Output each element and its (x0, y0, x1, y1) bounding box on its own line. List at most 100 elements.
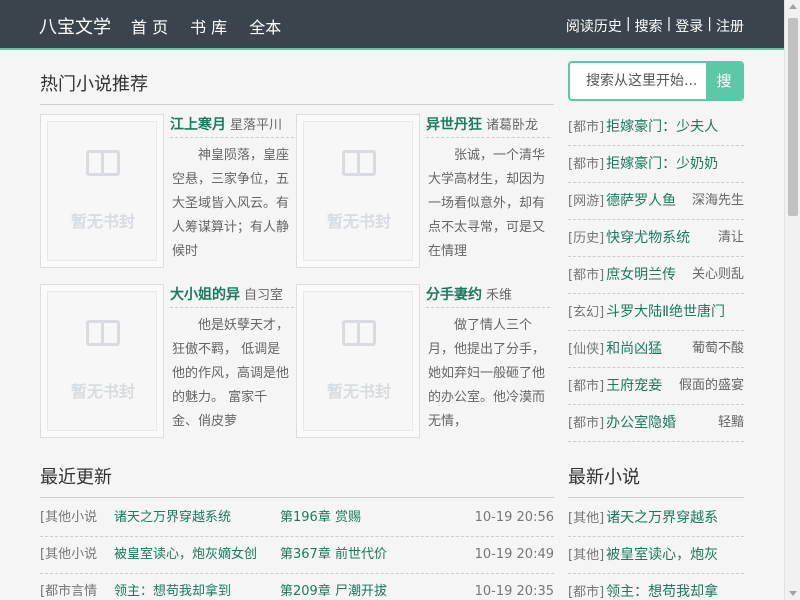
book-card: 暂无书封 大小姐的异 自习室 他是妖孽天才，狂傲不羁， 低调是他的作风，高调是他的… (40, 284, 296, 440)
newest-novels-title: 最新小说 (568, 463, 744, 498)
novel-link[interactable]: 拒嫁豪门：少夫人 (606, 119, 718, 135)
book-description: 他是妖孽天才，狂傲不羁， 低调是他的作风，高调是他的魅力。 富家千金、俏皮萝 (172, 318, 290, 429)
top-navbar: 八宝文学 首 页 书 库 全本 阅读历史 | 搜索 | 登录 | 注册 (0, 0, 784, 50)
list-item: [都市] 王府宠妾 假面的盛宴 (568, 368, 744, 405)
book-cover[interactable]: 暂无书封 (40, 114, 164, 268)
separator: | (625, 16, 631, 32)
side-recommend-list: [都市] 拒嫁豪门：少夫人 [都市] 拒嫁豪门：少奶奶 [网游] 德萨罗人鱼 深海先生 … (568, 109, 744, 442)
novel-link[interactable]: 王府宠妾 (606, 378, 662, 394)
category-label: [网游] (568, 194, 605, 209)
author-label: 深海先生 (687, 183, 744, 219)
update-time: 10-19 20:35 (474, 584, 554, 599)
recent-updates-list: [其他小说 诸天之万界穿越系统 第196章 赏赐 10-19 20:56 [其他… (40, 500, 554, 600)
list-item: [都市] 办公室隐婚 轻黯 (568, 405, 744, 442)
book-description: 做了情人三个月，他提出了分手，她如弃妇一般砸了他的办公室。他冷漠而无情， (428, 318, 546, 429)
reading-history-link[interactable]: 阅读历史 (566, 16, 622, 36)
chapter-link[interactable]: 第209章 尸潮开拔 (280, 574, 470, 600)
novel-link[interactable]: 快穿尤物系统 (606, 230, 690, 246)
category-label: [都市] (568, 157, 605, 172)
scroll-down-arrow-icon[interactable] (789, 591, 797, 596)
separator: | (666, 16, 672, 32)
login-link[interactable]: 登录 (675, 16, 703, 36)
update-time: 10-19 20:56 (474, 510, 554, 525)
category-label: [仙侠] (568, 342, 605, 357)
author-label: 假面的盛宴 (674, 368, 744, 404)
book-cover[interactable]: 暂无书封 (296, 284, 420, 438)
novel-link[interactable]: 斗罗大陆Ⅱ绝世唐门 (606, 304, 725, 320)
book-title-link[interactable]: 异世丹狂 (426, 117, 482, 133)
search-link[interactable]: 搜索 (635, 16, 663, 36)
author-label: 轻黯 (713, 405, 744, 441)
nav-library[interactable]: 书 库 (190, 14, 227, 38)
scroll-up-arrow-icon[interactable] (789, 4, 797, 9)
category-label: [都市] (568, 416, 605, 431)
cover-placeholder-text: 暂无书封 (326, 212, 391, 231)
category-label: [都市] (568, 268, 605, 283)
novel-link[interactable]: 和尚凶猛 (606, 341, 662, 357)
book-cover[interactable]: 暂无书封 (40, 284, 164, 438)
update-time: 10-19 20:49 (474, 547, 554, 562)
list-item: [历史] 快穿尤物系统 清让 (568, 220, 744, 257)
chapter-link[interactable]: 第196章 赏赐 (280, 500, 470, 536)
book-card: 暂无书封 分手妻约 禾维 做了情人三个月，他提出了分手，她如弃妇一般砸了他的办公室… (296, 284, 552, 440)
book-author: 星落平川 (230, 118, 283, 133)
search-button[interactable]: 搜 (706, 63, 742, 99)
nav-home[interactable]: 首 页 (131, 14, 168, 38)
scrollbar-thumb[interactable] (788, 18, 798, 216)
novel-link[interactable]: 被皇室读心，炮灰 (606, 547, 718, 563)
novel-link[interactable]: 德萨罗人鱼 (606, 193, 676, 209)
list-item: [都市] 庶女明兰传 关心则乱 (568, 257, 744, 294)
cover-placeholder-text: 暂无书封 (70, 212, 135, 231)
category-label: [其他小说 (40, 547, 98, 562)
novel-link[interactable]: 被皇室读心，炮灰嫡女创 (114, 537, 279, 573)
book-placeholder-icon (86, 320, 120, 346)
book-title-link[interactable]: 分手妻约 (426, 287, 482, 303)
novel-link[interactable]: 领主：想苟我却拿到 (114, 574, 279, 600)
main-nav: 首 页 书 库 全本 (131, 14, 281, 38)
category-label: [都市言情 (40, 584, 98, 599)
list-item: [其他] 被皇室读心，炮灰 (568, 537, 744, 574)
search-input[interactable] (570, 63, 710, 99)
user-links: 阅读历史 | 搜索 | 登录 | 注册 (566, 16, 744, 36)
chapter-link[interactable]: 第367章 前世代价 (280, 537, 470, 573)
book-title-link[interactable]: 大小姐的异 (170, 287, 240, 303)
list-item: [都市] 拒嫁豪门：少夫人 (568, 109, 744, 146)
author-label: 关心则乱 (687, 257, 744, 293)
category-label: [都市] (568, 379, 605, 394)
novel-link[interactable]: 庶女明兰传 (606, 267, 676, 283)
nav-complete[interactable]: 全本 (249, 14, 281, 38)
list-item: [都市] 拒嫁豪门：少奶奶 (568, 146, 744, 183)
table-row: [其他小说 诸天之万界穿越系统 第196章 赏赐 10-19 20:56 (40, 500, 554, 537)
novel-link[interactable]: 诸天之万界穿越系统 (114, 500, 279, 536)
book-card: 暂无书封 江上寒月 星落平川 神皇陨落，皇座空悬，三家争位，五大圣域皆入风云。有人… (40, 114, 296, 270)
list-item: [仙侠] 和尚凶猛 葡萄不酸 (568, 331, 744, 368)
table-row: [都市言情 领主：想苟我却拿到 第209章 尸潮开拔 10-19 20:35 (40, 574, 554, 600)
book-placeholder-icon (342, 150, 376, 176)
book-card: 暂无书封 异世丹狂 诸葛卧龙 张诚，一个清华大学高材生，却因为一场看似意外，却有点… (296, 114, 552, 270)
site-logo[interactable]: 八宝文学 (39, 13, 111, 39)
novel-link[interactable]: 诸天之万界穿越系 (606, 510, 718, 526)
list-item: [玄幻] 斗罗大陆Ⅱ绝世唐门 (568, 294, 744, 331)
cover-placeholder-text: 暂无书封 (326, 382, 391, 401)
cover-placeholder-text: 暂无书封 (70, 382, 135, 401)
novel-link[interactable]: 办公室隐婚 (606, 415, 676, 431)
hot-novels-title: 热门小说推荐 (40, 70, 554, 105)
book-description: 张诚，一个清华大学高材生，却因为一场看似意外，却有点不太寻常，可是又在情理 (428, 148, 546, 259)
newest-novels-list: [其他] 诸天之万界穿越系 [其他] 被皇室读心，炮灰 [都市] 领主：想苟我却拿 (568, 500, 744, 600)
category-label: [都市] (568, 120, 605, 135)
novel-link[interactable]: 拒嫁豪门：少奶奶 (606, 156, 718, 172)
book-author: 自习室 (244, 288, 284, 303)
register-link[interactable]: 注册 (716, 16, 744, 36)
table-row: [其他小说 被皇室读心，炮灰嫡女创 第367章 前世代价 10-19 20:49 (40, 537, 554, 574)
page-scrollbar[interactable] (784, 0, 800, 600)
book-description: 神皇陨落，皇座空悬，三家争位，五大圣域皆入风云。有人筹谋算计；有人静候时 (172, 148, 290, 259)
book-placeholder-icon (342, 320, 376, 346)
category-label: [其他] (568, 511, 605, 526)
novel-link[interactable]: 领主：想苟我却拿 (606, 584, 718, 600)
category-label: [历史] (568, 231, 605, 246)
category-label: [都市] (568, 585, 605, 600)
category-label: [玄幻] (568, 305, 605, 320)
book-title-link[interactable]: 江上寒月 (170, 117, 226, 133)
list-item: [网游] 德萨罗人鱼 深海先生 (568, 183, 744, 220)
book-cover[interactable]: 暂无书封 (296, 114, 420, 268)
